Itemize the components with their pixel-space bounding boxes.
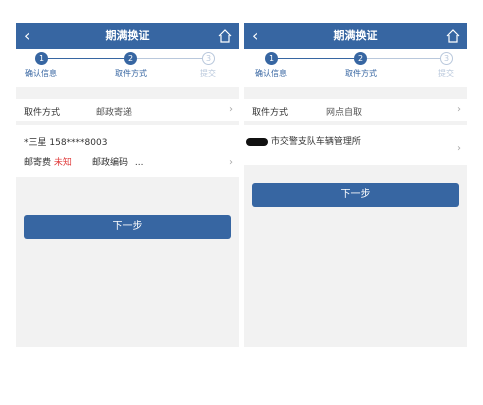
step-1-dot: 1 <box>35 52 48 65</box>
pickup-method-row[interactable]: 取件方式 邮政寄递 › <box>16 99 239 121</box>
pickup-method-row[interactable]: 取件方式 网点自取 › <box>244 99 467 121</box>
header-bar: ‹ 期满换证 <box>16 23 239 49</box>
pickup-method-value: 网点自取 <box>326 108 363 118</box>
pickup-method-label: 取件方式 <box>252 108 289 118</box>
step-2-label: 取件方式 <box>115 69 147 78</box>
home-icon[interactable] <box>217 28 233 44</box>
step-1-label: 确认信息 <box>255 69 287 78</box>
chevron-right-icon: › <box>229 157 233 168</box>
postage-fee-line: 邮寄费 未知 <box>24 155 72 168</box>
step-2-label: 取件方式 <box>345 69 377 78</box>
pickup-location-row[interactable]: 市交警支队车辆管理所 › <box>244 125 467 165</box>
pickup-method-label: 取件方式 <box>24 108 61 118</box>
pickup-location-name: 市交警支队车辆管理所 <box>270 137 361 147</box>
home-icon[interactable] <box>445 28 461 44</box>
page-title: 期满换证 <box>333 29 378 42</box>
right-screen: ‹ 期满换证 1 2 3 确认信息 取件方式 提交 取件方式 网点自取 › 市交… <box>244 23 467 347</box>
postcode-label: 邮政编码 <box>92 158 129 168</box>
chevron-right-icon: › <box>457 143 461 154</box>
step-progress: 1 2 3 确认信息 取件方式 提交 <box>16 49 239 87</box>
step-line-done <box>42 58 128 59</box>
header-bar: ‹ 期满换证 <box>244 23 467 49</box>
step-3-label: 提交 <box>200 69 216 78</box>
step-3-label: 提交 <box>438 69 454 78</box>
address-card[interactable]: *三星 158****8003 邮寄费 未知 邮政编码 ... › <box>16 125 239 177</box>
step-progress: 1 2 3 确认信息 取件方式 提交 <box>244 49 467 87</box>
step-1-dot: 1 <box>265 52 278 65</box>
left-screen: ‹ 期满换证 1 2 3 确认信息 取件方式 提交 取件方式 邮政寄递 › *三… <box>16 23 239 347</box>
recipient-name-phone: *三星 158****8003 <box>24 138 108 148</box>
step-1-label: 确认信息 <box>25 69 57 78</box>
next-step-button[interactable]: 下一步 <box>252 183 459 207</box>
postage-fee-label: 邮寄费 <box>24 158 52 168</box>
redacted-city-mark <box>246 137 268 146</box>
page-title: 期满换证 <box>105 29 150 42</box>
postcode-line: 邮政编码 ... <box>92 155 143 168</box>
step-line-pending <box>366 58 440 59</box>
postage-fee-value: 未知 <box>53 158 72 168</box>
step-3-dot: 3 <box>202 52 215 65</box>
chevron-right-icon: › <box>457 104 461 115</box>
pickup-location-line: 市交警支队车辆管理所 <box>246 134 361 147</box>
chevron-right-icon: › <box>229 104 233 115</box>
pickup-method-value: 邮政寄递 <box>96 108 133 118</box>
step-2-dot: 2 <box>124 52 137 65</box>
step-line-done <box>272 58 360 59</box>
stage: ‹ 期满换证 1 2 3 确认信息 取件方式 提交 取件方式 邮政寄递 › *三… <box>0 0 483 405</box>
postcode-value: ... <box>134 158 144 168</box>
step-3-dot: 3 <box>440 52 453 65</box>
step-2-dot: 2 <box>354 52 367 65</box>
step-line-pending <box>134 58 208 59</box>
next-step-button[interactable]: 下一步 <box>24 215 231 239</box>
